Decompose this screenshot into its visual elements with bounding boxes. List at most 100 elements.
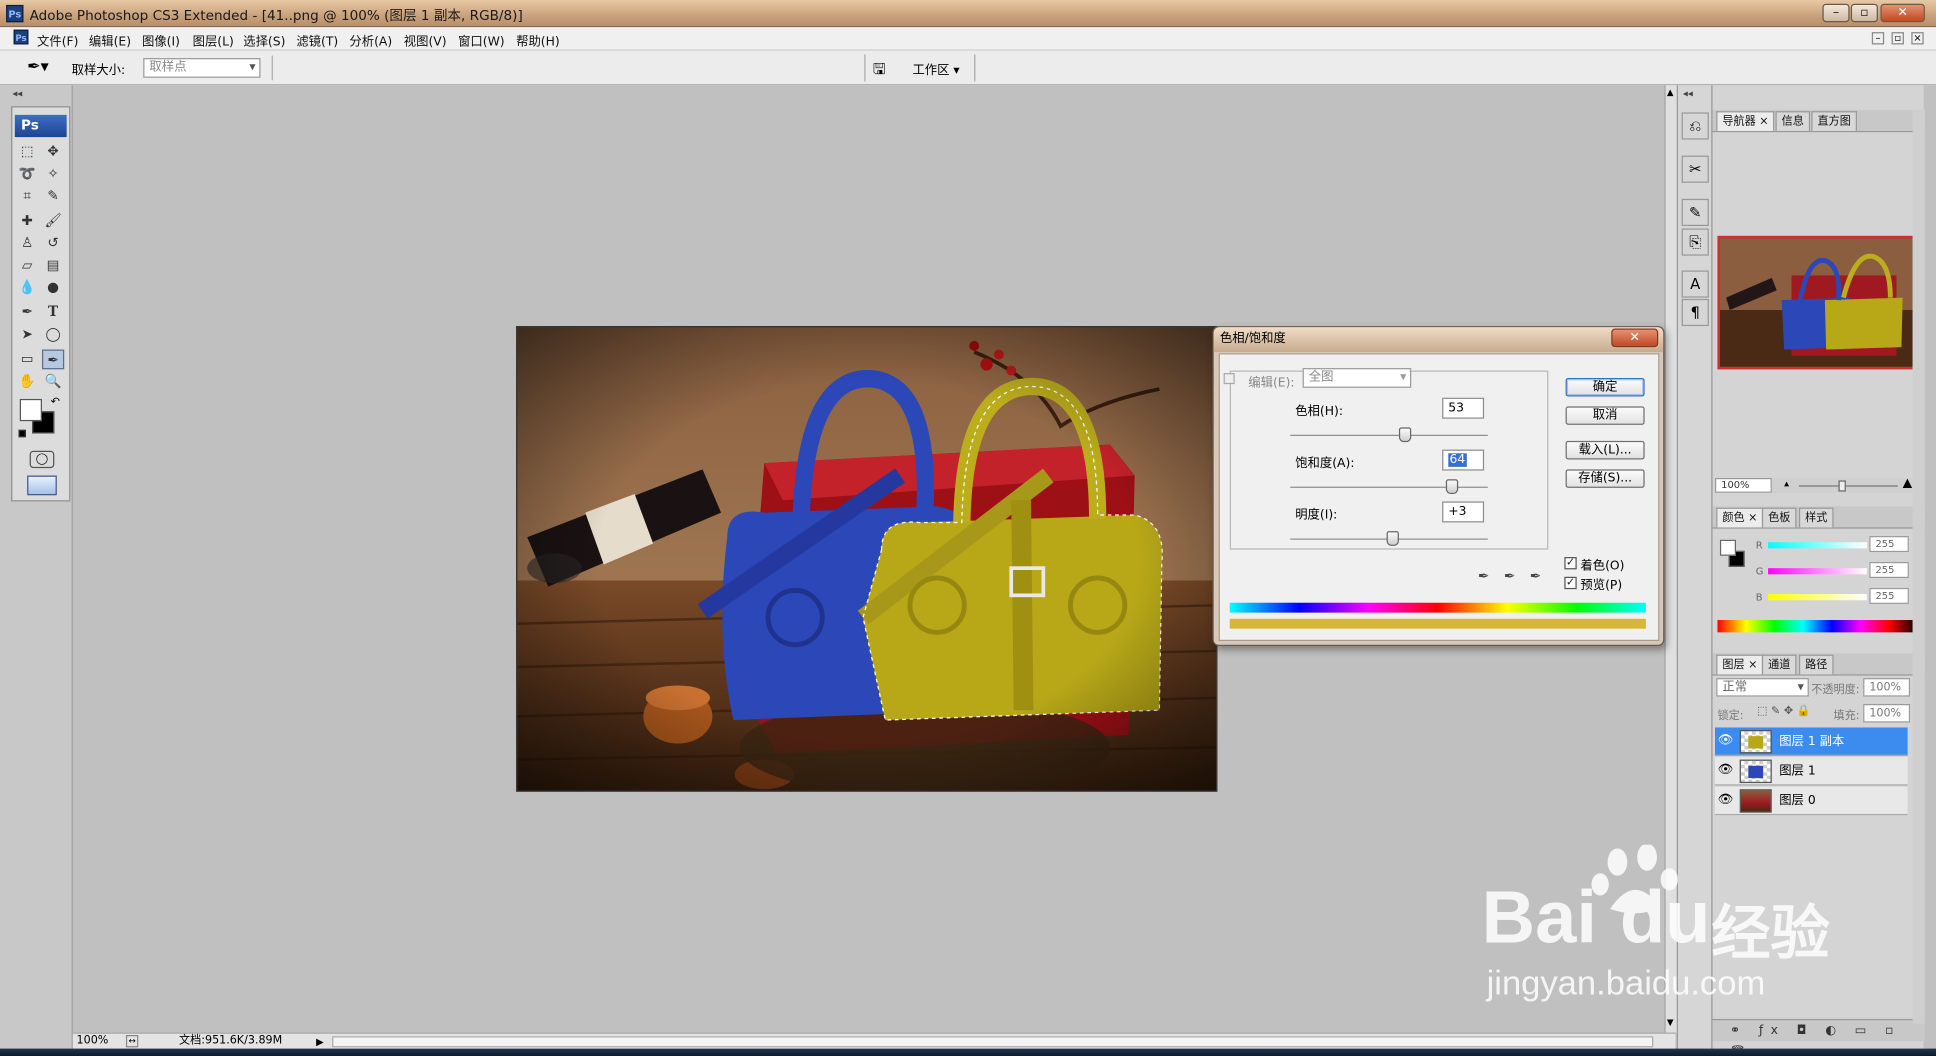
tab-color[interactable]: 颜色 ×	[1716, 507, 1764, 528]
swap-colors-icon[interactable]: ↶	[51, 396, 60, 408]
zoom-tool-icon[interactable]: 🔍	[42, 372, 64, 392]
history-brush-tool-icon[interactable]: ↺	[42, 233, 64, 253]
pen-tool-icon[interactable]: ✒	[16, 303, 38, 323]
fill-field[interactable]: 100%	[1863, 704, 1911, 723]
save-button[interactable]: 存储(S)...	[1565, 469, 1645, 488]
hue-slider[interactable]	[1290, 434, 1488, 436]
lock-icons[interactable]: ⬚ ✎ ✥ 🔒	[1757, 705, 1811, 717]
navigator-thumbnail[interactable]	[1717, 235, 1922, 370]
navigator-zoom-slider[interactable]	[1798, 485, 1898, 487]
tab-styles[interactable]: 样式	[1798, 507, 1834, 528]
dodge-tool-icon[interactable]: ●	[42, 278, 64, 298]
hand-tool-icon[interactable]: ✋	[16, 372, 38, 392]
sample-size-select[interactable]: 取样点 ▾	[143, 58, 261, 78]
color-spectrum-bar[interactable]	[1717, 620, 1918, 633]
screen-mode-icon[interactable]	[27, 475, 57, 496]
eraser-tool-icon[interactable]: ▱	[16, 256, 38, 276]
clone-source-icon[interactable]: ⎘	[1681, 228, 1709, 256]
navigator-zoom-field[interactable]: 100%	[1714, 477, 1772, 493]
tab-channels[interactable]: 通道	[1761, 654, 1797, 675]
menu-file[interactable]: 文件(F)	[37, 31, 78, 50]
eyedropper-tool-preset-icon[interactable]: ✒▾	[27, 57, 59, 79]
workspace-icon[interactable]: 🖫	[873, 58, 886, 84]
menu-analysis[interactable]: 分析(A)	[349, 31, 392, 50]
default-colors-icon[interactable]	[18, 429, 26, 438]
healing-brush-tool-icon[interactable]: ✚	[16, 211, 38, 231]
gradient-tool-icon[interactable]: ▤	[42, 256, 64, 276]
edit-channel-select[interactable]: 全图 ▾	[1302, 368, 1412, 388]
color-r-value[interactable]: 255	[1869, 536, 1909, 553]
eye-icon[interactable]: 👁	[1717, 734, 1733, 749]
color-r-slider[interactable]	[1768, 542, 1867, 549]
tab-paths[interactable]: 路径	[1798, 654, 1834, 675]
close-button[interactable]: ✕	[1880, 3, 1925, 23]
lasso-tool-icon[interactable]: ➰	[16, 164, 38, 184]
zoom-in-icon[interactable]: ▲	[1903, 477, 1913, 491]
tool-presets-icon[interactable]: ✂	[1681, 155, 1709, 183]
tab-swatches[interactable]: 色板	[1761, 507, 1797, 528]
eyedropper-minus-icon[interactable]: ✒	[1530, 568, 1541, 584]
layer-row[interactable]: 👁 图层 1	[1714, 757, 1908, 786]
menu-select[interactable]: 选择(S)	[243, 31, 285, 50]
foreground-color-swatch[interactable]	[19, 398, 42, 422]
quick-mask-icon[interactable]: ◯	[29, 450, 55, 469]
menu-view[interactable]: 视图(V)	[404, 31, 447, 50]
shape-tool-icon[interactable]: ◯	[42, 325, 64, 345]
status-zoom[interactable]: 100%	[77, 1034, 109, 1050]
move-tool-icon[interactable]: ✥	[42, 142, 64, 162]
collapse-arrows-icon[interactable]: ◂◂	[12, 88, 22, 99]
path-selection-tool-icon[interactable]: ➤	[16, 325, 38, 345]
lightness-input[interactable]: +3	[1442, 501, 1485, 523]
doc-close-button[interactable]: ×	[1911, 32, 1924, 45]
menu-filter[interactable]: 滤镜(T)	[296, 31, 338, 50]
saturation-input[interactable]: 64	[1442, 449, 1485, 471]
status-icon[interactable]: ↔	[125, 1035, 139, 1048]
type-tool-icon[interactable]: T	[42, 303, 64, 323]
eye-icon[interactable]: 👁	[1717, 763, 1733, 778]
colorize-checkbox[interactable]: ✓	[1564, 557, 1577, 570]
layer-row[interactable]: 👁 图层 1 副本	[1714, 727, 1908, 756]
clone-stamp-tool-icon[interactable]: ♙	[16, 233, 38, 253]
color-b-value[interactable]: 255	[1869, 587, 1909, 604]
menu-image[interactable]: 图像(I)	[142, 31, 180, 50]
history-panel-icon[interactable]: ⎌	[1681, 112, 1709, 140]
panel-scroll-strip[interactable]	[1912, 109, 1925, 1024]
blur-tool-icon[interactable]: 💧	[16, 278, 38, 298]
brush-tool-icon[interactable]: 🖌	[42, 211, 64, 231]
notes-tool-icon[interactable]: ▭	[16, 350, 38, 370]
doc-minimize-button[interactable]: –	[1871, 32, 1885, 45]
lightness-slider-thumb[interactable]	[1386, 531, 1400, 546]
menu-edit[interactable]: 编辑(E)	[89, 31, 131, 50]
paragraph-panel-icon[interactable]: ¶	[1681, 298, 1709, 327]
brushes-panel-icon[interactable]: ✎	[1681, 198, 1709, 227]
crop-tool-icon[interactable]: ⌗	[16, 187, 38, 207]
zoom-out-icon[interactable]: ▴	[1784, 478, 1789, 489]
menu-layer[interactable]: 图层(L)	[193, 31, 234, 50]
layer-row[interactable]: 👁 图层 0	[1714, 786, 1908, 816]
tab-info[interactable]: 信息	[1775, 111, 1811, 131]
cancel-button[interactable]: 取消	[1565, 406, 1645, 425]
magic-wand-tool-icon[interactable]: ✧	[42, 164, 64, 184]
hue-slider-thumb[interactable]	[1398, 427, 1412, 443]
marquee-tool-icon[interactable]: ⬚	[16, 142, 38, 162]
edit-checkbox[interactable]	[1223, 373, 1235, 385]
menu-window[interactable]: 窗口(W)	[458, 31, 505, 50]
menu-help[interactable]: 帮助(H)	[516, 31, 560, 50]
eyedropper-tool-icon[interactable]: ✒	[41, 349, 65, 370]
eyedropper-plus-icon[interactable]: ✒	[1504, 568, 1515, 584]
workspace-button[interactable]: 工作区 ▾	[912, 59, 959, 78]
layers-footer-icons[interactable]: ⚭ ƒx ◘ ◐ ▭ ▫ 🗑	[1712, 1018, 1925, 1056]
slice-tool-icon[interactable]: ✎	[42, 187, 64, 207]
eye-icon[interactable]: 👁	[1717, 793, 1733, 808]
character-panel-icon[interactable]: A	[1681, 270, 1709, 298]
tab-histogram[interactable]: 直方图	[1811, 111, 1858, 131]
tab-layers[interactable]: 图层 ×	[1716, 654, 1764, 675]
status-arrow-icon[interactable]: ▶	[316, 1034, 324, 1050]
minimize-button[interactable]: –	[1822, 3, 1850, 23]
color-g-value[interactable]: 255	[1869, 561, 1909, 579]
doc-restore-button[interactable]: ▫	[1891, 32, 1904, 45]
hue-input[interactable]: 53	[1442, 397, 1485, 419]
saturation-slider-thumb[interactable]	[1446, 479, 1459, 495]
scroll-down-icon[interactable]: ▼	[1667, 1018, 1674, 1028]
ok-button[interactable]: 确定	[1565, 377, 1645, 397]
